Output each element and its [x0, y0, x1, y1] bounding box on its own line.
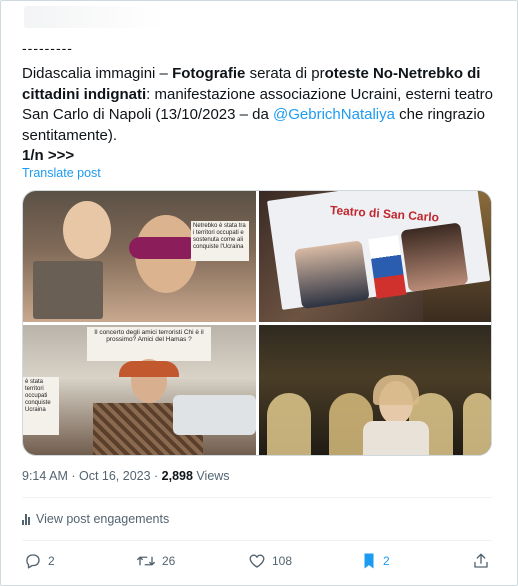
reply-icon	[24, 552, 42, 570]
sequin-mask	[129, 237, 199, 259]
repost-button[interactable]: 26	[136, 552, 175, 570]
repost-icon	[136, 552, 156, 570]
protest-banner: Il concerto degli amici terroristi Chi è…	[87, 327, 211, 361]
divider	[22, 540, 492, 541]
held-photo	[33, 261, 103, 319]
share-button[interactable]	[472, 552, 490, 570]
reply-count: 2	[48, 554, 55, 568]
photo-protester-sign[interactable]: Il concerto degli amici terroristi Chi è…	[23, 325, 256, 455]
like-count: 108	[272, 554, 293, 568]
engagements-label: View post engagements	[36, 512, 170, 526]
translate-post-link[interactable]: Translate post	[22, 166, 101, 180]
placard-flag	[368, 235, 407, 299]
photo-grid: Netrebko è stata tra i territori occupat…	[22, 190, 492, 456]
caption-bold-photos: Fotografie	[172, 65, 246, 82]
bookmark-count: 2	[383, 554, 390, 568]
side-sign: è stata territori occupati conquiste Ucr…	[23, 377, 59, 435]
bookmark-icon	[361, 552, 377, 570]
thread-count: 1/n >>>	[22, 147, 75, 164]
post-text: Didascalia immagini – Fotografie serata …	[22, 64, 502, 167]
photo-theatre-night[interactable]	[259, 325, 491, 455]
photo-protester-masked[interactable]: Netrebko è stata tra i territori occupat…	[23, 191, 256, 322]
views-count: 2,898	[161, 469, 193, 483]
protester-hair	[119, 361, 179, 377]
lit-archway	[267, 393, 311, 455]
share-icon	[472, 552, 490, 570]
caption-lead: Didascalia immagini –	[22, 65, 173, 82]
protester-face	[63, 201, 111, 259]
protest-sign: Netrebko è stata tra i territori occupat…	[191, 221, 249, 261]
post-time[interactable]: 9:14 AM	[22, 469, 68, 483]
teatro-placard-title: Teatro di San Carlo	[329, 202, 440, 225]
view-engagements-link[interactable]: View post engagements	[22, 512, 169, 526]
bookmark-button[interactable]: 2	[361, 552, 390, 570]
woman-jacket	[363, 421, 429, 455]
analytics-icon	[22, 513, 30, 525]
faded-previous-content	[24, 6, 164, 28]
meta-separator: ·	[67, 469, 79, 483]
placard-portrait-right	[400, 222, 469, 293]
like-button[interactable]: 108	[248, 552, 292, 570]
photo-teatro-sign[interactable]: Teatro di San Carlo	[259, 191, 491, 322]
post-meta: 9:14 AM · Oct 16, 2023 · 2,898 Views	[22, 469, 230, 483]
heart-icon	[248, 552, 266, 570]
reply-button[interactable]: 2	[24, 552, 55, 570]
divider	[22, 497, 492, 498]
parked-car	[173, 395, 256, 435]
post-date[interactable]: Oct 16, 2023	[79, 469, 151, 483]
placard-portrait-left	[294, 240, 370, 310]
caption-mid: serata di pr	[245, 65, 325, 82]
repost-count: 26	[162, 554, 176, 568]
mention-link[interactable]: @GebrichNataliya	[273, 106, 395, 123]
action-bar: 2 26 108 2	[22, 552, 492, 576]
meta-separator: ·	[150, 469, 162, 483]
views-label: Views	[192, 469, 230, 483]
separator-line: ---------	[22, 40, 73, 56]
lit-archway	[463, 393, 491, 455]
woman-hair	[373, 375, 419, 405]
